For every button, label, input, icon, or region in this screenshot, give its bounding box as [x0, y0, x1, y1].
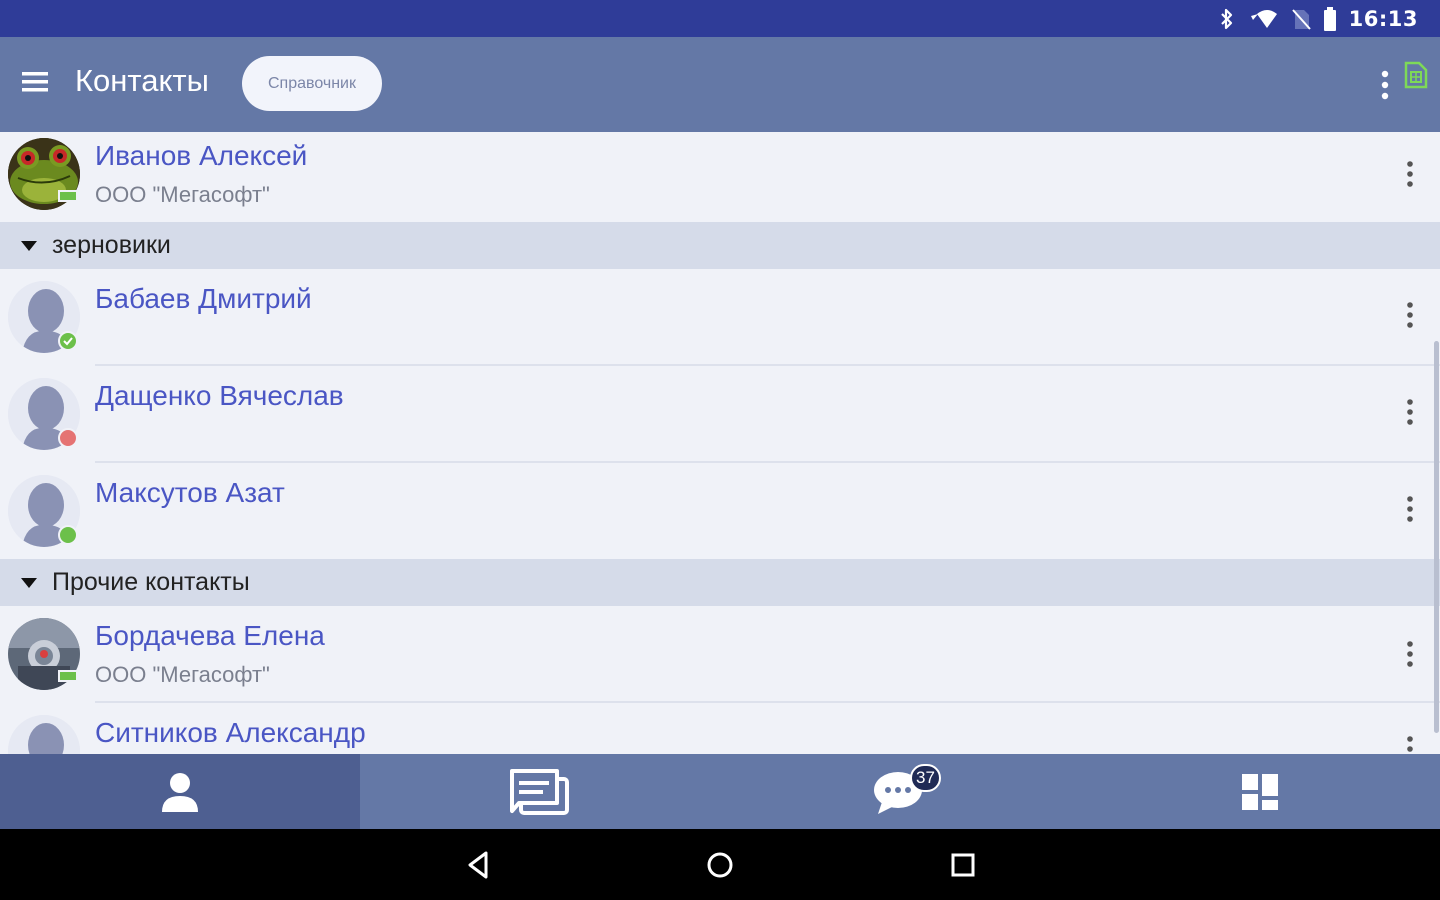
status-icons: 16:13 — [1219, 5, 1418, 33]
contact-name: Ситников Александр — [95, 717, 366, 748]
more-vert-icon — [1407, 736, 1413, 752]
collapse-arrow-icon — [21, 578, 37, 588]
more-vert-icon — [1407, 496, 1413, 522]
person-icon — [162, 772, 198, 812]
contact-row[interactable]: Максутов Азат — [0, 463, 1440, 559]
menu-button[interactable] — [20, 70, 54, 98]
person-silhouette-icon — [8, 715, 80, 754]
contact-company: ООО "Мегасофт" — [95, 662, 270, 687]
contact-menu-button[interactable] — [1396, 731, 1424, 754]
menu-icon — [22, 72, 48, 92]
contact-menu-button[interactable] — [1396, 394, 1424, 430]
unread-badge: 37 — [910, 764, 941, 792]
contact-menu-button[interactable] — [1396, 636, 1424, 672]
avatar — [8, 618, 80, 690]
contact-row[interactable]: Дащенко Вячеслав — [0, 366, 1440, 463]
group-header[interactable]: зерновики — [0, 222, 1440, 269]
scrollbar[interactable] — [1434, 341, 1439, 733]
home-icon — [707, 852, 733, 878]
back-button[interactable] — [460, 847, 496, 883]
bluetooth-icon — [1220, 8, 1232, 30]
more-vert-icon — [1407, 161, 1413, 187]
avatar-placeholder — [8, 715, 80, 754]
contacts-tab[interactable] — [0, 754, 360, 829]
contact-menu-button[interactable] — [1396, 297, 1424, 333]
status-online — [58, 525, 78, 545]
conversations-tab[interactable] — [360, 754, 720, 829]
contact-name: Дащенко Вячеслав — [95, 380, 344, 411]
more-vert-icon — [1407, 399, 1413, 425]
group-label: Прочие контакты — [52, 568, 250, 596]
system-nav-bar — [0, 829, 1440, 900]
more-vert-icon — [1407, 302, 1413, 328]
bottom-nav: 37 — [0, 754, 1440, 829]
contact-name: Иванов Алексей — [95, 140, 308, 171]
wifi-icon — [1250, 10, 1277, 28]
contact-menu-button[interactable] — [1396, 491, 1424, 527]
contact-row[interactable]: Ситников Александр — [0, 703, 1440, 754]
contact-company: ООО "Мегасофт" — [95, 182, 270, 207]
group-label: зерновики — [52, 231, 171, 259]
battery-icon — [1323, 7, 1336, 31]
no-sim-icon — [1291, 9, 1311, 30]
avatar — [8, 715, 80, 754]
recents-button[interactable] — [945, 847, 981, 883]
status-time: 16:13 — [1348, 7, 1418, 31]
page-title: Контакты — [75, 63, 209, 98]
avatar — [8, 281, 80, 353]
more-options-button[interactable] — [1370, 65, 1400, 105]
app-bar: Контакты Справочник — [0, 37, 1440, 132]
more-vert-icon — [1407, 641, 1413, 667]
avatar — [8, 378, 80, 450]
contact-name: Бордачева Елена — [95, 620, 325, 651]
contact-list[interactable]: Иванов Алексей ООО "Мегасофт" зерновики — [0, 132, 1440, 754]
chats-tab[interactable] — [720, 754, 1080, 829]
directory-chip[interactable]: Справочник — [242, 56, 382, 111]
status-desktop-online — [58, 670, 78, 682]
recents-icon — [951, 853, 975, 877]
avatar — [8, 475, 80, 547]
more-vert-icon — [1381, 70, 1389, 100]
status-busy — [58, 428, 78, 448]
contact-name: Максутов Азат — [95, 477, 285, 508]
status-desktop-online — [58, 190, 78, 202]
sim-button[interactable] — [1403, 59, 1431, 89]
conversations-icon — [510, 768, 569, 815]
status-bar: 16:13 — [0, 0, 1440, 37]
status-online-check — [58, 331, 78, 351]
back-icon — [468, 851, 488, 879]
contact-menu-button[interactable] — [1396, 156, 1424, 192]
dashboard-icon — [1242, 773, 1278, 810]
sim-card-icon — [1404, 61, 1428, 89]
group-header[interactable]: Прочие контакты — [0, 559, 1440, 606]
collapse-arrow-icon — [21, 241, 37, 251]
apps-tab[interactable] — [1080, 754, 1440, 829]
contact-row[interactable]: Иванов Алексей ООО "Мегасофт" — [0, 132, 1440, 222]
avatar — [8, 138, 80, 210]
home-button[interactable] — [702, 847, 738, 883]
contact-row[interactable]: Бабаев Дмитрий — [0, 269, 1440, 366]
contact-name: Бабаев Дмитрий — [95, 283, 312, 314]
contact-row[interactable]: Бордачева Елена ООО "Мегасофт" — [0, 606, 1440, 703]
